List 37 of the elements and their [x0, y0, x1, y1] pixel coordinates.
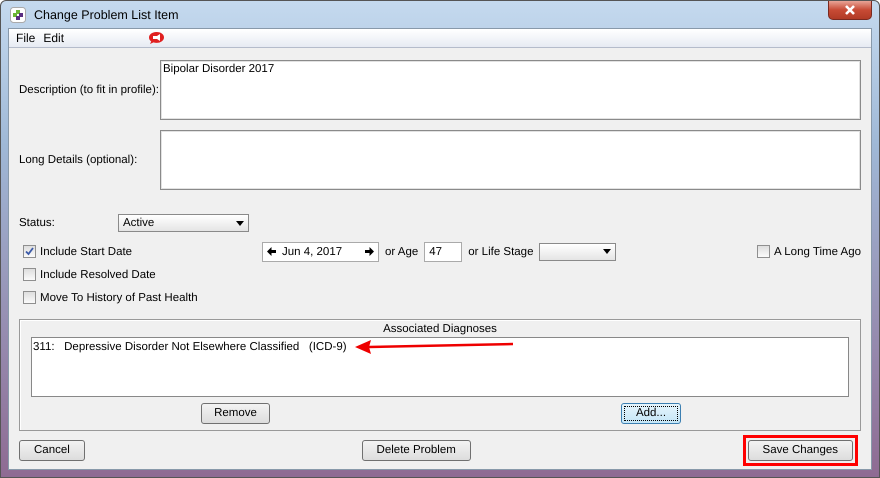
menu-item[interactable]: File — [12, 31, 40, 45]
checkbox-label: Include Resolved Date — [40, 268, 156, 280]
app-icon — [10, 6, 26, 22]
window-title: Change Problem List Item — [34, 8, 179, 22]
field-label: Status: — [19, 217, 56, 229]
panel-title: Associated Diagnoses — [383, 323, 497, 337]
checkbox[interactable] — [23, 291, 36, 304]
life-stage-dropdown[interactable] — [539, 242, 616, 260]
panel-button[interactable]: Add... — [621, 402, 681, 424]
checkbox[interactable] — [23, 245, 36, 258]
checkbox-label: A Long Time Ago — [774, 246, 861, 258]
age-label: or Age — [385, 246, 418, 258]
menu-item[interactable]: Edit — [39, 31, 68, 45]
long-details-field[interactable] — [160, 130, 861, 190]
checkbox-label: Include Start Date — [40, 246, 134, 258]
description-field[interactable]: Bipolar Disorder 2017 — [160, 60, 861, 120]
dialog-button[interactable]: Delete Problem — [362, 440, 471, 460]
age-field[interactable]: 47 — [424, 242, 462, 262]
arrow-left-icon[interactable] — [267, 247, 276, 256]
close-icon[interactable] — [844, 5, 856, 15]
close-button[interactable] — [828, 1, 872, 20]
checkbox[interactable] — [757, 245, 770, 258]
life-stage-label: or Life Stage — [468, 246, 534, 258]
field-label: Description (to fit in profile): — [19, 84, 160, 96]
speech-bubble-icon[interactable] — [148, 31, 166, 45]
dropdown-caret-icon — [236, 220, 244, 226]
diagnosis-item[interactable]: 311: Depressive Disorder Not Elsewhere Classified (ICD-9) — [33, 340, 347, 353]
dialog-button[interactable]: Save Changes — [748, 440, 853, 460]
dropdown-caret-icon — [603, 249, 612, 254]
date-field[interactable]: Jun 4, 2017 — [262, 242, 379, 262]
checkbox-label: Move To History of Past Health — [40, 292, 198, 304]
field-label: Long Details (optional): — [19, 154, 138, 166]
panel-button[interactable]: Remove — [201, 402, 270, 424]
checkbox[interactable] — [23, 268, 36, 281]
status-dropdown[interactable]: Active — [118, 214, 249, 232]
dialog-button[interactable]: Cancel — [19, 440, 85, 460]
arrow-right-icon[interactable] — [365, 247, 374, 256]
